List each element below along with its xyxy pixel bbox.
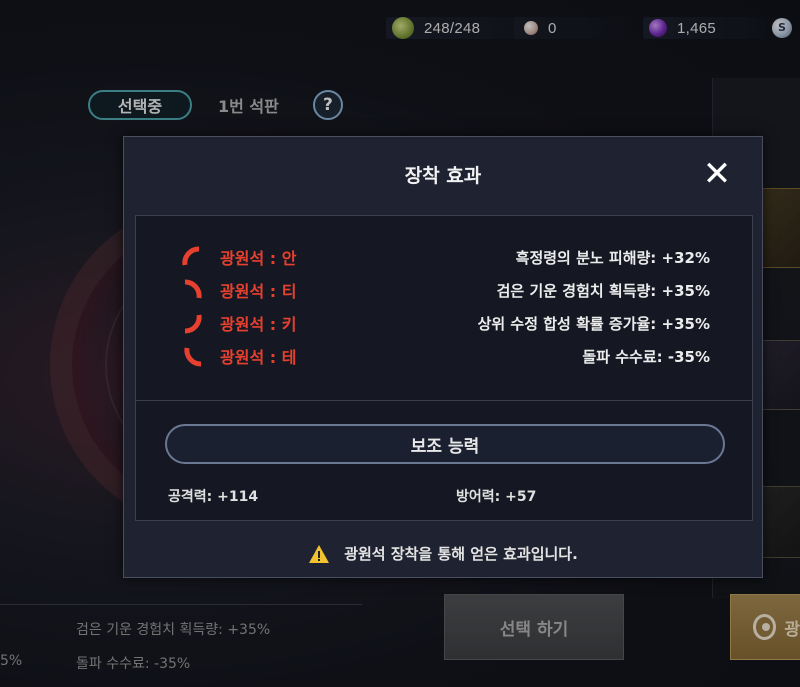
stone-effect: 검은 기운 경험치 획득량: +35% <box>496 281 710 300</box>
sub-ability-header: 보조 능력 <box>165 424 725 464</box>
stone-effect: 상위 수정 합성 확률 증가율: +35% <box>477 314 710 333</box>
stone-arc-icon <box>184 314 202 334</box>
defense-stat: 방어력: +57 <box>456 489 537 505</box>
warning-icon <box>309 544 330 563</box>
stone-name: 광원석 : 테 <box>220 348 297 367</box>
effect-row: 광원석 : 안 흑정령의 분노 피해량: +32% <box>136 242 752 272</box>
notice-text: 광원석 장착을 통해 얻은 효과입니다. <box>344 545 578 563</box>
stone-arc-icon <box>184 347 202 367</box>
divider <box>136 400 752 401</box>
dialog-title: 장착 효과 <box>404 165 482 187</box>
effects-panel: 광원석 : 안 흑정령의 분노 피해량: +32% 광원석 : 티 검은 기운 … <box>135 215 753 521</box>
effect-row: 광원석 : 테 돌파 수수료: -35% <box>136 341 752 371</box>
stone-name: 광원석 : 키 <box>220 315 297 334</box>
stone-arc-icon <box>182 246 200 266</box>
stone-effect: 흑정령의 분노 피해량: +32% <box>515 248 710 267</box>
stone-name: 광원석 : 티 <box>220 282 297 301</box>
effect-row: 광원석 : 키 상위 수정 합성 확률 증가율: +35% <box>136 308 752 338</box>
attack-stat: 공격력: +114 <box>168 489 259 505</box>
stone-effect: 돌파 수수료: -35% <box>582 347 710 366</box>
equip-effect-dialog: 장착 효과 ✕ 광원석 : 안 흑정령의 분노 피해량: +32% 광원석 : … <box>123 136 763 578</box>
notice: 광원석 장착을 통해 얻은 효과입니다. <box>124 543 762 564</box>
stone-name: 광원석 : 안 <box>220 249 297 268</box>
close-button[interactable]: ✕ <box>702 157 732 191</box>
stone-arc-icon <box>184 279 202 299</box>
effect-row: 광원석 : 티 검은 기운 경험치 획득량: +35% <box>136 275 752 305</box>
